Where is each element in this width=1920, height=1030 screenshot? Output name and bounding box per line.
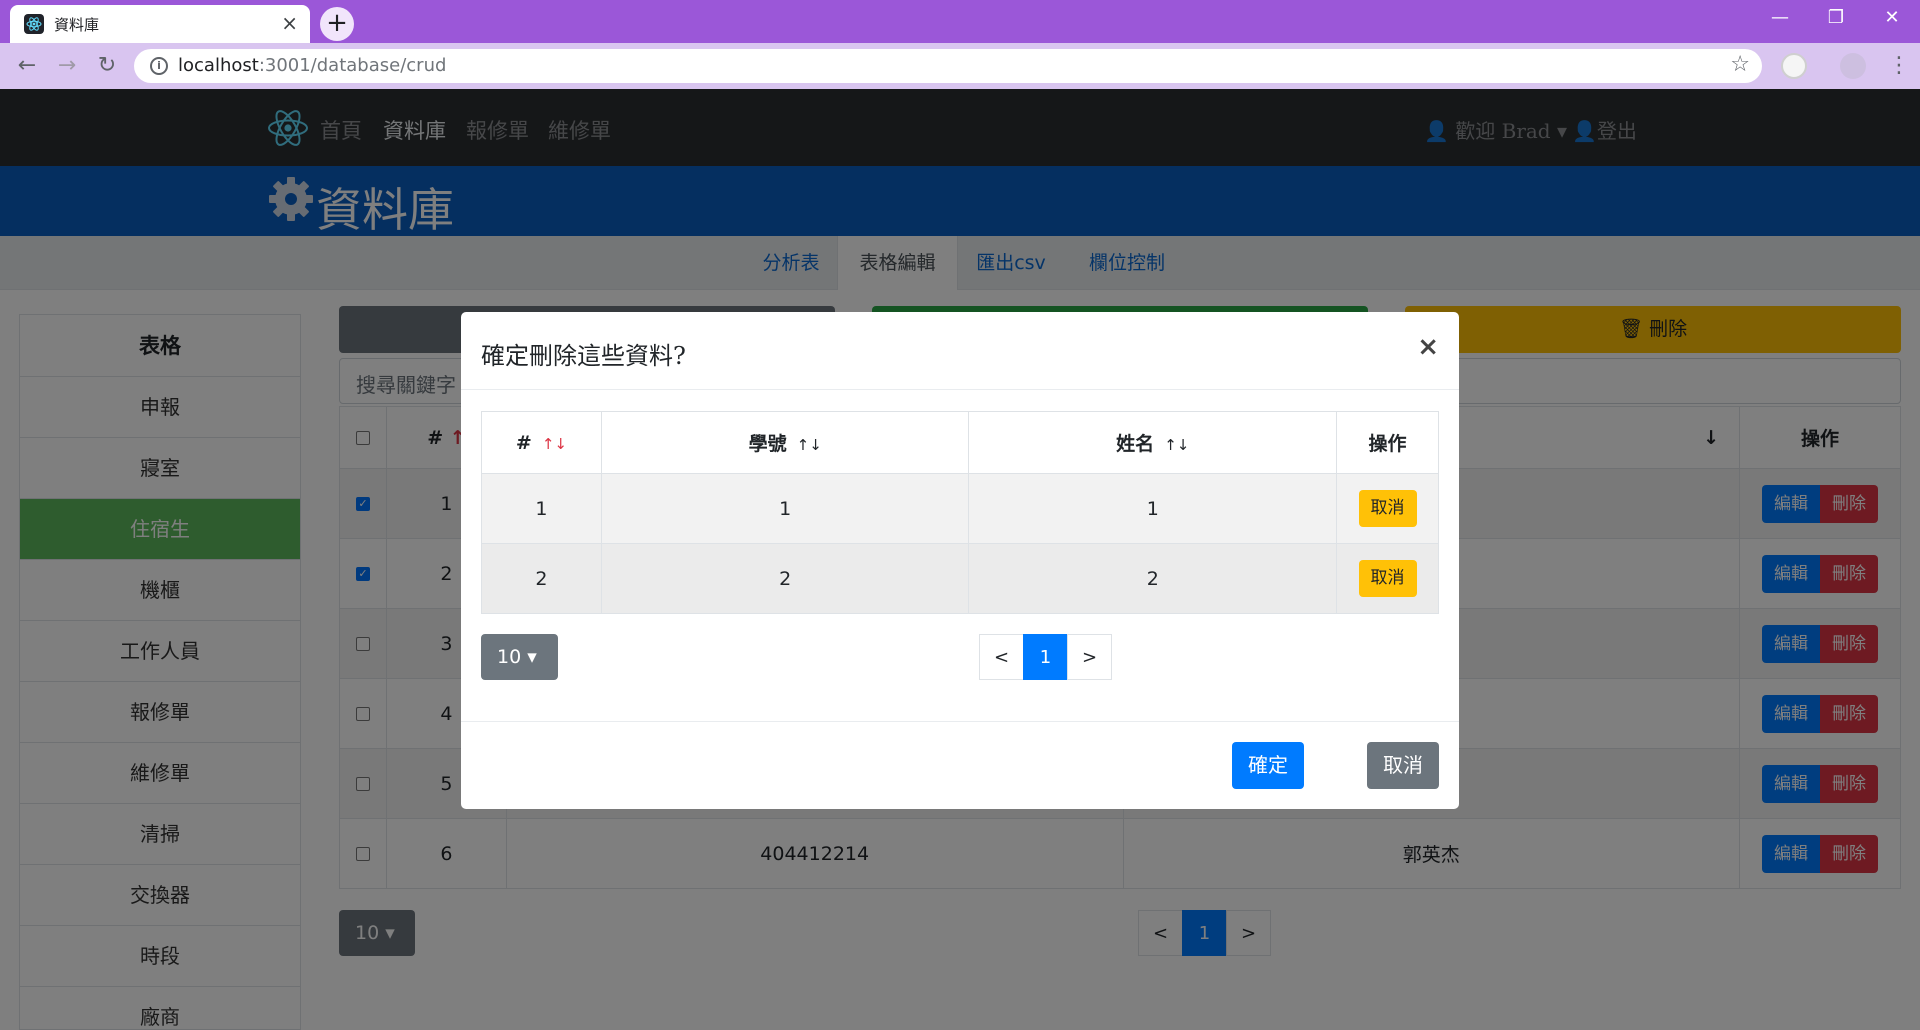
browser-menu-icon[interactable]: ⋮ — [1884, 52, 1914, 80]
confirm-delete-modal: 確定刪除這些資料? × # ↑↓ 學號 ↑↓ 姓名 ↑↓ 操作 1 1 1 取消 2 … — [461, 312, 1459, 809]
sort-icon: ↑↓ — [541, 434, 567, 453]
modal-row: 2 2 2 取消 — [481, 543, 1439, 614]
back-icon[interactable]: ← — [12, 52, 42, 80]
modal-page-size-dropdown[interactable]: 10 ▾ — [481, 634, 558, 680]
modal-table: # ↑↓ 學號 ↑↓ 姓名 ↑↓ 操作 1 1 1 取消 2 2 2 取消 — [481, 411, 1439, 614]
forward-icon[interactable]: → — [52, 52, 82, 80]
restore-icon[interactable]: ❐ — [1808, 0, 1864, 36]
cancel-button[interactable]: 取消 — [1367, 742, 1439, 789]
confirm-button[interactable]: 確定 — [1232, 742, 1304, 789]
sort-icon: ↑↓ — [796, 436, 822, 454]
tab-title: 資料庫 — [54, 16, 100, 34]
minimize-icon[interactable]: — — [1752, 0, 1808, 36]
profile-avatar[interactable] — [1840, 53, 1866, 79]
modal-row: 1 1 1 取消 — [481, 473, 1439, 544]
browser-toolbar: ← → ↻ i localhost:3001/database/crud ☆ ⋮ — [0, 43, 1920, 89]
modal-pagination: < 1 > — [979, 634, 1112, 680]
modal-header-no[interactable]: # ↑↓ — [481, 411, 602, 474]
browser-tabbar: 資料庫 × + — ❐ ✕ — [0, 0, 1920, 43]
window-close-icon[interactable]: ✕ — [1864, 0, 1920, 36]
modal-header-actions: 操作 — [1336, 411, 1439, 474]
modal-footer: 確定 取消 — [461, 721, 1459, 809]
modal-page-1-button[interactable]: 1 — [1023, 634, 1068, 680]
sort-icon: ↑↓ — [1164, 436, 1190, 454]
url-text: localhost:3001/database/crud — [178, 55, 447, 76]
browser-tab[interactable]: 資料庫 × — [10, 5, 310, 43]
site-info-icon[interactable]: i — [150, 57, 168, 75]
row-cancel-button[interactable]: 取消 — [1358, 490, 1417, 527]
modal-title: 確定刪除這些資料? — [481, 342, 686, 370]
row-cancel-button[interactable]: 取消 — [1358, 560, 1417, 597]
new-tab-button[interactable]: + — [320, 7, 354, 41]
bookmark-star-icon[interactable]: ☆ — [1730, 52, 1750, 77]
react-favicon-icon — [24, 14, 44, 34]
extension-icon[interactable] — [1781, 53, 1807, 79]
close-icon[interactable]: × — [1417, 334, 1439, 360]
tab-close-icon[interactable]: × — [281, 12, 298, 34]
address-bar[interactable]: i localhost:3001/database/crud ☆ — [134, 49, 1762, 83]
modal-next-page-button[interactable]: > — [1067, 634, 1112, 680]
modal-prev-page-button[interactable]: < — [979, 634, 1024, 680]
modal-header-name[interactable]: 姓名 ↑↓ — [968, 411, 1338, 474]
modal-header: 確定刪除這些資料? × — [461, 312, 1459, 390]
modal-header-student-id[interactable]: 學號 ↑↓ — [600, 411, 970, 474]
reload-icon[interactable]: ↻ — [92, 52, 122, 80]
